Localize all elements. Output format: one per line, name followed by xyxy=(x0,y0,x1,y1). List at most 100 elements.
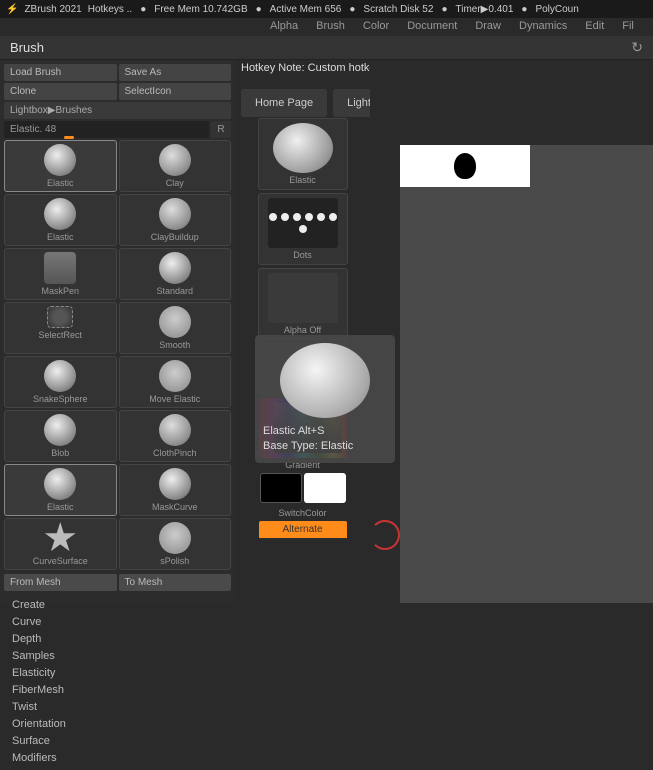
brush-thumb-icon xyxy=(44,522,76,554)
submenu-elasticity[interactable]: Elasticity xyxy=(12,667,223,679)
dots-thumb-icon xyxy=(268,198,338,248)
primary-color-swatch[interactable] xyxy=(304,473,346,503)
brush-cell-elastic[interactable]: Elastic xyxy=(4,194,117,246)
brush-cell-snakesphere[interactable]: SnakeSphere xyxy=(4,356,117,408)
brush-label: Elastic xyxy=(47,502,74,512)
menu-alpha[interactable]: Alpha xyxy=(270,20,298,34)
menu-color[interactable]: Color xyxy=(363,20,389,34)
brush-thumb-icon xyxy=(44,468,76,500)
brush-thumb-icon xyxy=(159,198,191,230)
brush-cell-curvesurface[interactable]: CurveSurface xyxy=(4,518,117,570)
active-mem: Active Mem 656 xyxy=(270,4,342,15)
menu-bar: Alpha Brush Color Document Draw Dynamics… xyxy=(0,18,653,36)
brush-filter-input[interactable]: Elastic. 48 xyxy=(4,121,209,138)
scratch-disk: Scratch Disk 52 xyxy=(363,4,433,15)
panel-cycle-icon[interactable]: ↻ xyxy=(631,39,643,56)
menu-document[interactable]: Document xyxy=(407,20,457,34)
menu-file[interactable]: Fil xyxy=(622,20,634,34)
home-page-button[interactable]: Home Page xyxy=(241,89,327,117)
brush-cell-smooth[interactable]: Smooth xyxy=(119,302,232,354)
brush-cell-selectrect[interactable]: SelectRect xyxy=(4,302,117,354)
stroke-slot[interactable]: Dots xyxy=(258,193,348,265)
secondary-color-swatch[interactable] xyxy=(260,473,302,503)
brush-thumb-icon xyxy=(44,144,76,176)
brush-cell-standard[interactable]: Standard xyxy=(119,248,232,300)
brush-cell-elastic[interactable]: Elastic xyxy=(4,464,117,516)
filter-indicator-icon xyxy=(64,136,74,139)
brush-grid: ElasticClayElasticClayBuildupMaskPenStan… xyxy=(4,140,231,570)
switch-color-button[interactable]: SwitchColor xyxy=(278,508,326,518)
brush-cell-clay[interactable]: Clay xyxy=(119,140,232,192)
select-icon-button[interactable]: SelectIcon xyxy=(119,83,232,100)
quick-palette: Hotkey Note: Custom hotkey assigned succ… xyxy=(235,60,370,603)
brush-palette: Load Brush Save As Clone SelectIcon Ligh… xyxy=(0,60,235,603)
current-brush-slot[interactable]: Elastic xyxy=(258,118,348,190)
submenu-modifiers[interactable]: Modifiers xyxy=(12,752,223,764)
from-mesh-button[interactable]: From Mesh xyxy=(4,574,117,591)
tooltip-thumb-icon xyxy=(280,343,370,418)
free-mem: Free Mem 10.742GB xyxy=(154,4,247,15)
to-mesh-button[interactable]: To Mesh xyxy=(119,574,232,591)
submenu-create[interactable]: Create xyxy=(12,599,223,611)
tooltip-title: Elastic Alt+S xyxy=(263,424,387,439)
reset-filter-button[interactable]: R xyxy=(211,121,231,138)
brush-label: ClothPinch xyxy=(153,448,197,458)
current-brush-label: Elastic xyxy=(289,175,316,185)
save-as-button[interactable]: Save As xyxy=(119,64,232,81)
color-swatches xyxy=(260,473,346,503)
menu-brush[interactable]: Brush xyxy=(316,20,345,34)
submenu-samples[interactable]: Samples xyxy=(12,650,223,662)
submenu-surface[interactable]: Surface xyxy=(12,735,223,747)
submenu-twist[interactable]: Twist xyxy=(12,701,223,713)
brush-label: Clay xyxy=(166,178,184,188)
brush-tooltip: Elastic Alt+S Base Type: Elastic xyxy=(255,335,395,463)
brush-title: Brush xyxy=(10,40,44,55)
load-brush-button[interactable]: Load Brush xyxy=(4,64,117,81)
submenu-depth[interactable]: Depth xyxy=(12,633,223,645)
menu-edit[interactable]: Edit xyxy=(585,20,604,34)
submenu-curve[interactable]: Curve xyxy=(12,616,223,628)
alpha-slot[interactable]: Alpha Off xyxy=(258,268,348,340)
brush-cell-clothpinch[interactable]: ClothPinch xyxy=(119,410,232,462)
alternate-button[interactable]: Alternate xyxy=(259,521,347,538)
brush-thumb-icon xyxy=(44,198,76,230)
clone-button[interactable]: Clone xyxy=(4,83,117,100)
brush-label: Blob xyxy=(51,448,69,458)
brush-cell-move elastic[interactable]: Move Elastic xyxy=(119,356,232,408)
cursor-ring-icon xyxy=(370,520,400,550)
hotkeys-label[interactable]: Hotkeys .. xyxy=(88,4,132,15)
timer: Timer▶0.401 xyxy=(455,4,513,15)
brush-cell-maskpen[interactable]: MaskPen xyxy=(4,248,117,300)
brush-label: Smooth xyxy=(159,340,190,350)
menu-draw[interactable]: Draw xyxy=(475,20,501,34)
brush-thumb-icon xyxy=(159,468,191,500)
viewport[interactable] xyxy=(400,145,653,603)
brush-label: Standard xyxy=(156,286,193,296)
brush-thumb-icon xyxy=(159,414,191,446)
brush-submenus: Create Curve Depth Samples Elasticity FiberMe… xyxy=(4,593,231,770)
brush-panel-header[interactable]: Brush ↻ xyxy=(0,36,653,60)
canvas-region xyxy=(370,60,653,603)
menu-dynamics[interactable]: Dynamics xyxy=(519,20,567,34)
brush-cell-claybuildup[interactable]: ClayBuildup xyxy=(119,194,232,246)
brush-label: Elastic xyxy=(47,178,74,188)
brush-cell-spolish[interactable]: sPolish xyxy=(119,518,232,570)
brush-cell-maskcurve[interactable]: MaskCurve xyxy=(119,464,232,516)
brush-cell-elastic[interactable]: Elastic xyxy=(4,140,117,192)
brush-thumb-icon xyxy=(159,252,191,284)
brush-label: MaskCurve xyxy=(152,502,198,512)
breadcrumb[interactable]: Lightbox▶Brushes xyxy=(4,102,231,119)
filter-text: Elastic. 48 xyxy=(10,124,56,135)
brush-thumb-icon xyxy=(159,522,191,554)
brush-thumb-icon xyxy=(44,414,76,446)
brush-thumb-icon xyxy=(159,360,191,392)
brush-thumb-icon xyxy=(273,123,333,173)
brush-label: Move Elastic xyxy=(149,394,200,404)
submenu-orientation[interactable]: Orientation xyxy=(12,718,223,730)
brush-cell-blob[interactable]: Blob xyxy=(4,410,117,462)
alpha-label: Alpha Off xyxy=(284,325,321,335)
submenu-fibermesh[interactable]: FiberMesh xyxy=(12,684,223,696)
document-thumbnail xyxy=(400,145,530,187)
app-name: ZBrush 2021 xyxy=(24,4,81,15)
brush-thumb-icon xyxy=(44,360,76,392)
